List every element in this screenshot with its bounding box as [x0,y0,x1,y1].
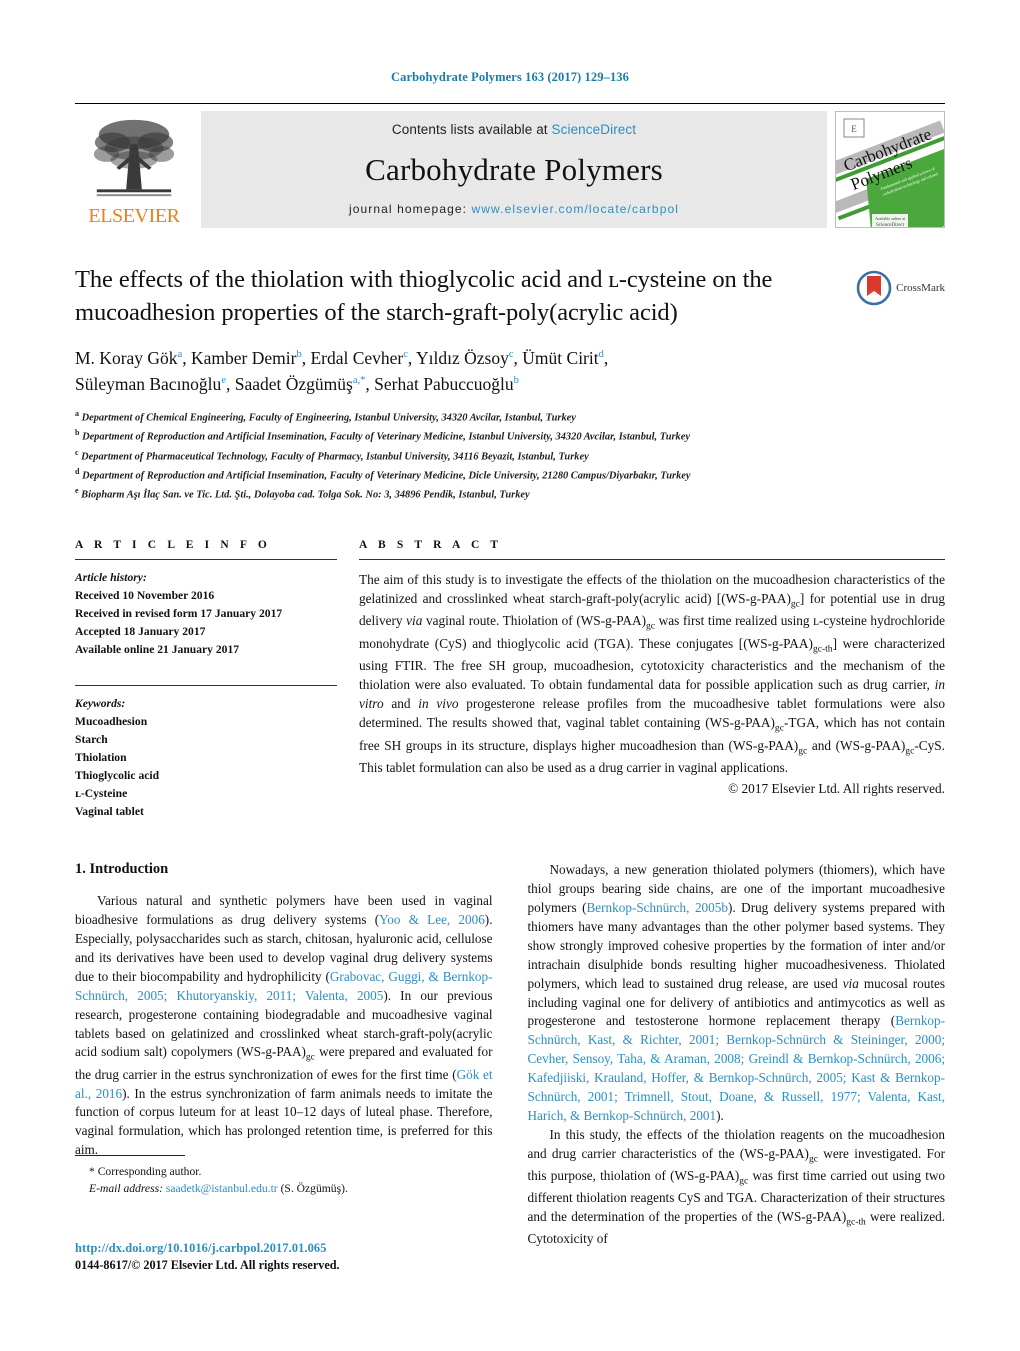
contents-available-line: Contents lists available at ScienceDirec… [392,122,636,137]
history-item: Received in revised form 17 January 2017 [75,606,283,620]
email-owner: (S. Özgümüş). [280,1182,348,1196]
footnote-rule [75,1155,185,1156]
info-abstract-row: A R T I C L E I N F O Article history: R… [75,539,945,822]
elsevier-tree-icon [93,119,175,197]
affiliation-marker: b [75,428,80,438]
article-info-column: A R T I C L E I N F O Article history: R… [75,539,337,822]
elsevier-logo: ELSEVIER [75,111,193,228]
body-column-right: Nowadays, a new generation thiolated pol… [528,861,946,1249]
journal-masthead: ELSEVIER Contents lists available at Sci… [75,103,945,228]
article-info-heading: A R T I C L E I N F O [75,538,271,551]
history-item: Available online 21 January 2017 [75,642,240,656]
affiliation-text: Department of Chemical Engineering, Facu… [81,412,576,424]
email-link[interactable]: saadetk@istanbul.edu.tr [166,1182,278,1195]
affiliation-list: a Department of Chemical Engineering, Fa… [75,408,945,505]
affiliation-marker: e [75,486,79,496]
doi-block: http://dx.doi.org/10.1016/j.carbpol.2017… [75,1241,340,1273]
paper-page: Carbohydrate Polymers 163 (2017) 129–136 [0,0,1020,1351]
contents-prefix: Contents lists available at [391,122,552,137]
affiliation-text: Biopharm Aşı İlaç San. ve Tic. Ltd. Şti.… [81,489,530,501]
email-label: E-mail address: [89,1182,163,1196]
crossmark-label: CrossMark [896,282,945,294]
abstract-text: The aim of this study is to investigate … [359,571,946,776]
sciencedirect-link[interactable]: ScienceDirect [552,122,637,137]
affiliation-marker: d [75,466,80,476]
elsevier-wordmark: ELSEVIER [88,205,180,227]
journal-title: Carbohydrate Polymers [365,151,663,187]
affiliation-a: a Department of Chemical Engineering, Fa… [75,408,945,427]
homepage-prefix: journal homepage: [348,202,472,216]
corresponding-text: Corresponding author. [97,1165,202,1178]
affiliation-marker: a [75,408,79,418]
keywords-label: Keywords: [75,696,126,710]
author-line-2: Süleyman Bacınoğlue, Saadet Özgümüşa,*, … [75,374,519,395]
running-head: Carbohydrate Polymers 163 (2017) 129–136 [391,70,629,84]
affiliation-marker: c [75,447,79,457]
keyword-item: Vaginal tablet [75,805,144,819]
article-history-label: Article history: [75,570,147,584]
affiliation-d: d Department of Reproduction and Artific… [75,466,945,485]
email-line: E-mail address: saadetk@istanbul.edu.tr … [75,1180,475,1197]
title-block: CrossMark The effects of the thiolation … [75,264,945,505]
keywords-rule [75,684,337,686]
history-item: Accepted 18 January 2017 [75,624,206,638]
journal-cover-thumbnail: E Carbohydrate Polymers Fundamental and … [835,111,945,228]
article-history-block: Article history: Received 10 November 20… [75,569,337,659]
keyword-item: Mucoadhesion [75,714,148,728]
article-info-rule [75,558,337,560]
abstract-column: A B S T R A C T The aim of this study is… [359,539,945,822]
affiliation-text: Department of Reproduction and Artificia… [82,470,691,482]
history-item: Received 10 November 2016 [75,588,215,602]
affiliation-text: Department of Pharmaceutical Technology,… [81,451,589,463]
crossmark-badge[interactable]: CrossMark [856,270,945,306]
svg-text:ScienceDirect: ScienceDirect [876,223,905,228]
affiliation-text: Department of Reproduction and Artificia… [82,431,690,443]
author-list: M. Koray Göka, Kamber Demirb, Erdal Cevh… [75,346,865,398]
keyword-item: Thioglycolic acid [75,769,160,783]
intro-paragraph: In this study, the effects of the thiola… [527,1126,946,1247]
affiliation-c: c Department of Pharmaceutical Technolog… [75,447,945,466]
svg-text:Available online at: Available online at [875,216,906,221]
intro-paragraph: Various natural and synthetic polymers h… [75,893,493,1158]
page-title: The effects of the thiolation with thiog… [75,266,773,326]
keyword-item: ʟ-Cysteine [75,787,128,801]
journal-homepage-line: journal homepage: www.elsevier.com/locat… [349,202,679,216]
corresponding-author-line: * Corresponding author. [75,1163,475,1180]
affiliation-b: b Department of Reproduction and Artific… [75,427,945,446]
keyword-item: Thiolation [75,751,127,765]
cover-artwork: E Carbohydrate Polymers Fundamental and … [836,112,944,228]
corresponding-author-footnote: * Corresponding author. E-mail address: … [75,1155,475,1198]
keywords-body: Keywords: Mucoadhesion Starch Thiolation… [75,695,337,822]
section-heading-introduction: 1. Introduction [75,861,169,878]
issn-copyright-line: 0144-8617/© 2017 Elsevier Ltd. All right… [75,1258,340,1272]
keywords-block: Keywords: Mucoadhesion Starch Thiolation… [75,684,337,822]
abstract-copyright: © 2017 Elsevier Ltd. All rights reserved… [728,781,945,797]
doi-link[interactable]: http://dx.doi.org/10.1016/j.carbpol.2017… [75,1241,340,1256]
svg-text:E: E [851,124,857,134]
masthead-center-panel: Contents lists available at ScienceDirec… [201,111,827,228]
crossmark-icon [856,270,892,306]
homepage-url-link[interactable]: www.elsevier.com/locate/carbpol [472,202,680,216]
corresponding-marker: * [89,1165,95,1178]
affiliation-e: e Biopharm Aşı İlaç San. ve Tic. Ltd. Şt… [75,485,945,504]
abstract-heading: A B S T R A C T [359,538,503,551]
author-line-1: M. Koray Göka, Kamber Demirb, Erdal Cevh… [75,348,609,369]
keyword-item: Starch [75,733,108,747]
intro-paragraph: Nowadays, a new generation thiolated pol… [527,862,946,1123]
abstract-rule [359,558,945,560]
